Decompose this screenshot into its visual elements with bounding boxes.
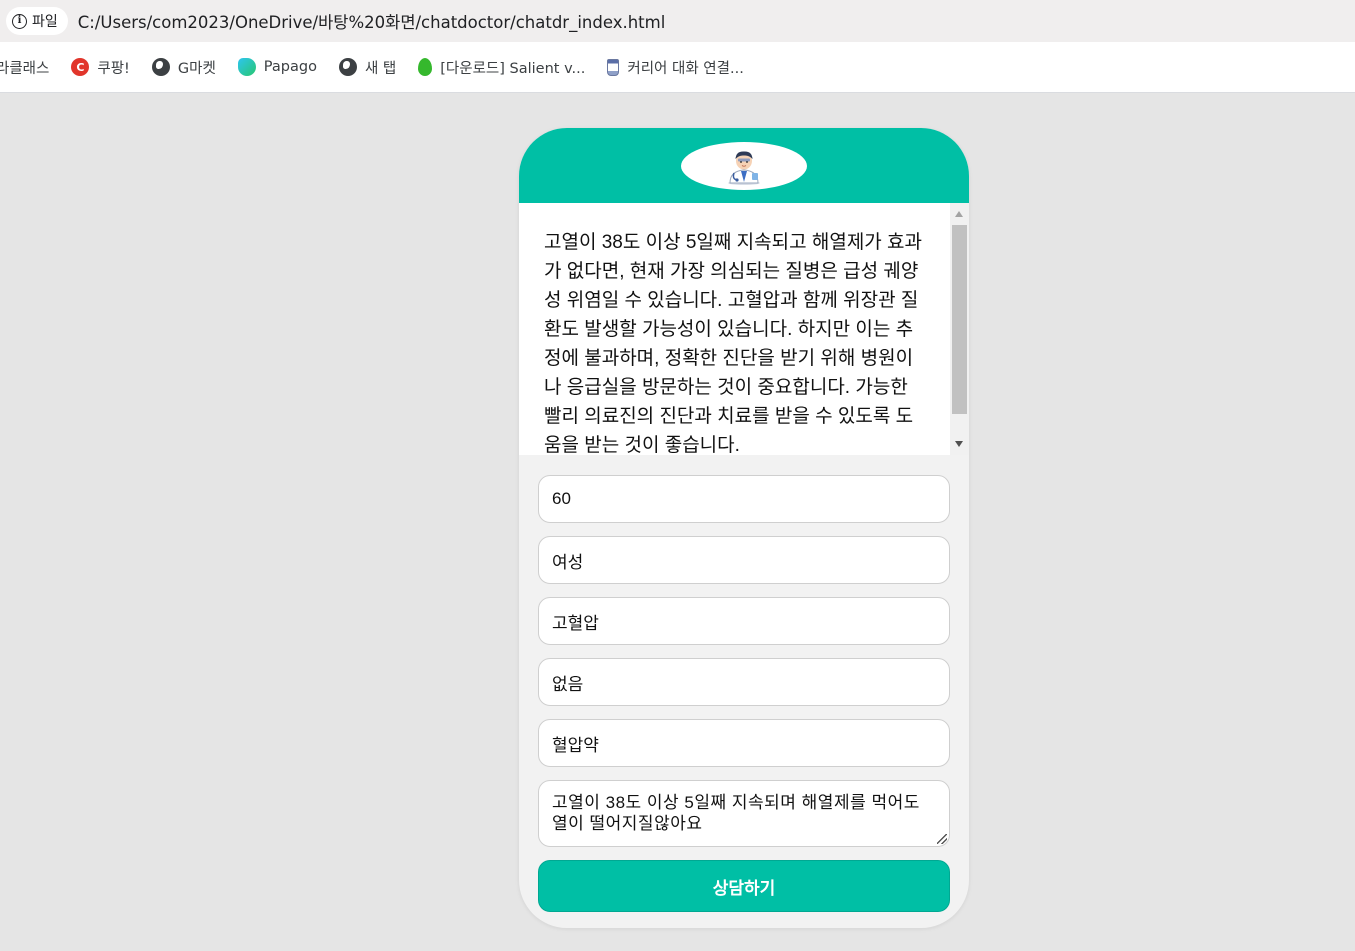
bookmark-item[interactable]: G마켓	[141, 57, 227, 78]
cup-icon	[607, 58, 620, 76]
site-info-label: 파일	[32, 14, 58, 30]
resize-handle-icon[interactable]	[937, 834, 947, 844]
symptom-textarea[interactable]: 고열이 38도 이상 5일째 지속되며 해열제를 먹어도 열이 떨어지질않아요	[538, 780, 950, 847]
medication-input[interactable]: 혈압약	[538, 719, 950, 767]
disease-input[interactable]: 고혈압	[538, 597, 950, 645]
answer-text: 고열이 38도 이상 5일째 지속되고 해열제가 효과가 없다면, 현재 가장 …	[544, 232, 923, 455]
age-input[interactable]: 60	[538, 475, 950, 523]
bookmark-label: 라클래스	[0, 60, 50, 77]
coupang-icon: C	[71, 58, 90, 76]
info-icon: i	[12, 13, 27, 29]
bookmark-label: 커리어 대화 연결...	[627, 60, 744, 77]
bookmark-item[interactable]: 라클래스	[0, 57, 60, 78]
gender-input[interactable]: 여성	[538, 536, 950, 584]
scroll-up-arrow-icon[interactable]	[955, 211, 963, 217]
logo	[681, 141, 807, 190]
site-info-chip[interactable]: i 파일	[6, 7, 68, 35]
card-header	[519, 128, 969, 203]
scrollbar-thumb[interactable]	[952, 225, 967, 414]
chat-card: 고열이 38도 이상 5일째 지속되고 해열제가 효과가 없다면, 현재 가장 …	[519, 128, 969, 928]
bookmarks-bar: 라클래스 C 쿠팡! G마켓 Papago 새 탭 [다운로드] Salient…	[0, 42, 1355, 93]
doctor-icon	[728, 150, 760, 185]
allergy-input[interactable]: 없음	[538, 658, 950, 706]
bookmark-label: G마켓	[177, 60, 216, 77]
url-text[interactable]: C:/Users/com2023/OneDrive/바탕%20화면/chatdo…	[78, 9, 666, 33]
scroll-down-arrow-icon[interactable]	[955, 441, 963, 447]
answer-box[interactable]: 고열이 38도 이상 5일째 지속되고 해열제가 효과가 없다면, 현재 가장 …	[519, 203, 969, 455]
symptom-text: 고열이 38도 이상 5일째 지속되며 해열제를 먹어도 열이 떨어지질않아요	[552, 793, 920, 833]
bookmark-item[interactable]: [다운로드] Salient v...	[407, 57, 596, 78]
bookmark-label: 쿠팡!	[97, 60, 130, 77]
papago-icon	[237, 58, 256, 76]
bookmark-item[interactable]: 커리어 대화 연결...	[596, 57, 754, 78]
green-drop-icon	[418, 58, 433, 76]
globe-icon	[151, 58, 170, 76]
bookmark-label: 새 탭	[364, 60, 397, 77]
address-bar[interactable]: i 파일 C:/Users/com2023/OneDrive/바탕%20화면/c…	[0, 0, 1355, 42]
bookmark-label: [다운로드] Salient v...	[440, 60, 586, 77]
bookmark-item[interactable]: Papago	[227, 58, 328, 76]
globe-icon	[338, 58, 357, 76]
answer-scrollbar[interactable]	[950, 203, 969, 455]
consult-form: 60 여성 고혈압 없음 혈압약 고열이 38도 이상 5일째 지속되며 해열제…	[519, 455, 969, 912]
bookmark-item[interactable]: 새 탭	[328, 57, 407, 78]
bookmark-label: Papago	[263, 59, 317, 75]
bookmark-item[interactable]: C 쿠팡!	[60, 57, 141, 78]
consult-button[interactable]: 상담하기	[538, 860, 950, 912]
